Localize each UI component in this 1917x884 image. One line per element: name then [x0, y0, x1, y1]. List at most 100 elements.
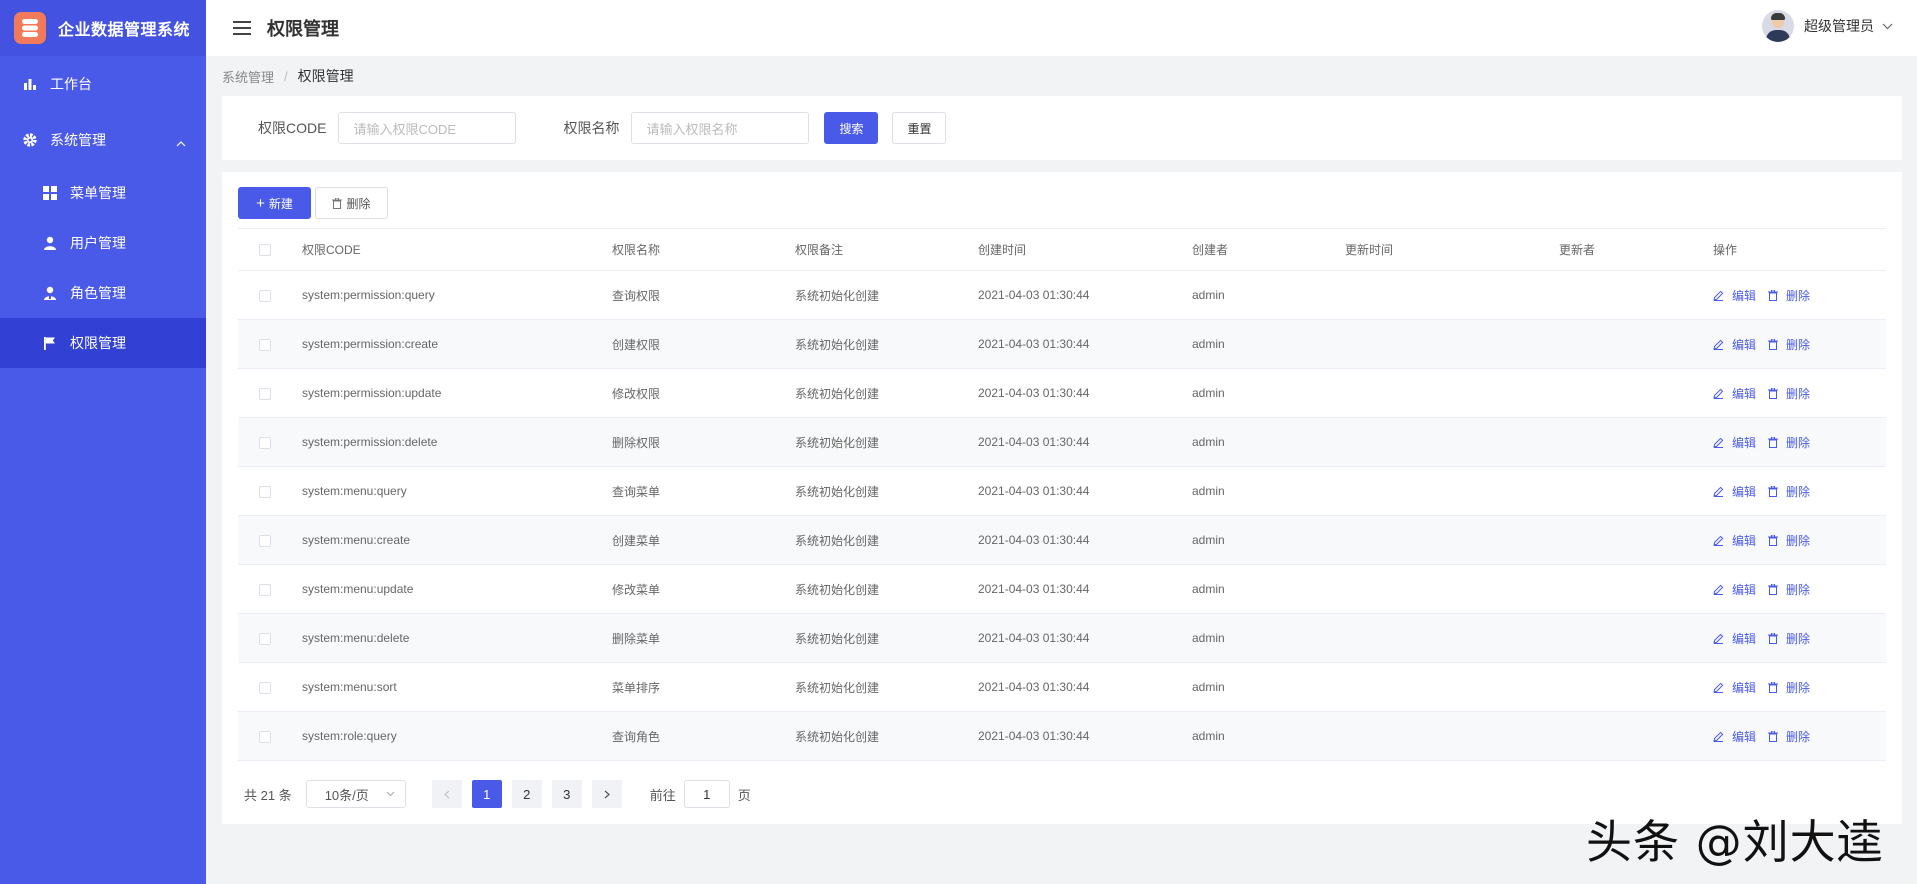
brand[interactable]: 企业数据管理系统	[0, 0, 206, 56]
column-header: 权限备注	[795, 243, 844, 257]
code-search-input[interactable]: 请输入权限CODE	[338, 112, 517, 144]
plus-icon: +	[256, 194, 265, 212]
column-header: 创建者	[1192, 243, 1229, 257]
row-checkbox[interactable]	[259, 289, 271, 302]
cell-updated	[1345, 516, 1559, 565]
edit-button[interactable]: 编辑	[1713, 581, 1756, 598]
cell-name: 创建权限	[612, 337, 661, 352]
edit-button[interactable]: 编辑	[1713, 434, 1756, 451]
select-all-checkbox[interactable]	[259, 244, 271, 257]
edit-button[interactable]: 编辑	[1713, 630, 1756, 647]
sidebar-item-system[interactable]: 系统管理	[0, 112, 206, 168]
search-button[interactable]: 搜索	[824, 112, 879, 144]
edit-icon	[1713, 388, 1728, 399]
delete-label: 删除	[1786, 435, 1811, 450]
row-checkbox[interactable]	[259, 485, 271, 498]
trash-icon	[1768, 632, 1782, 644]
edit-button[interactable]: 编辑	[1713, 483, 1756, 500]
cell-updated	[1345, 418, 1559, 467]
page-button[interactable]: 1	[471, 780, 502, 808]
page-button[interactable]: 3	[551, 780, 582, 808]
cell-code: system:permission:query	[302, 288, 435, 302]
delete-button[interactable]: 删除	[1768, 385, 1810, 402]
sidebar-item-dashboard[interactable]: 工作台	[0, 56, 206, 112]
row-checkbox[interactable]	[259, 681, 271, 694]
name-label: 权限名称	[563, 120, 620, 136]
code-label: 权限CODE	[258, 120, 327, 136]
sidebar-item-users[interactable]: 用户管理	[0, 218, 206, 268]
edit-button[interactable]: 编辑	[1713, 287, 1756, 304]
edit-button[interactable]: 编辑	[1713, 385, 1756, 402]
row-checkbox[interactable]	[259, 583, 271, 596]
delete-button[interactable]: 删除	[1768, 728, 1810, 745]
page-size-select[interactable]: 10条/页	[305, 780, 406, 808]
chevron-up-icon	[176, 134, 186, 150]
delete-label: 删除	[1786, 582, 1811, 597]
page-button[interactable]: 2	[511, 780, 542, 808]
edit-button[interactable]: 编辑	[1713, 679, 1756, 696]
sidebar-item-menu[interactable]: 菜单管理	[0, 168, 206, 218]
delete-button[interactable]: 删除	[1768, 287, 1810, 304]
pagination: 共 21 条 10条/页 1 2 3 前往 1 页	[244, 780, 751, 808]
delete-button[interactable]: 删除	[1768, 532, 1810, 549]
next-page-button[interactable]	[591, 780, 622, 808]
delete-label: 删除	[1786, 386, 1811, 401]
edit-label: 编辑	[1732, 582, 1757, 597]
cell-remark: 系统初始化创建	[795, 484, 880, 499]
reset-button[interactable]: 重置	[892, 112, 947, 144]
cell-updated	[1345, 614, 1559, 663]
cell-code: system:menu:update	[302, 582, 414, 596]
edit-button[interactable]: 编辑	[1713, 532, 1756, 549]
prev-page-button[interactable]	[431, 780, 462, 808]
cell-actions: 编辑 删除	[1713, 467, 1886, 516]
cell-name: 创建菜单	[612, 533, 661, 548]
row-checkbox[interactable]	[259, 534, 271, 547]
row-checkbox[interactable]	[259, 632, 271, 645]
edit-label: 编辑	[1732, 337, 1757, 352]
chevron-down-icon	[386, 791, 395, 797]
row-checkbox[interactable]	[259, 338, 271, 351]
sidebar-item-permissions[interactable]: 权限管理	[0, 318, 206, 368]
edit-button[interactable]: 编辑	[1713, 728, 1756, 745]
delete-label: 删除	[1786, 484, 1811, 499]
delete-button[interactable]: 删除	[1768, 581, 1810, 598]
trash-icon	[1768, 485, 1782, 497]
new-button[interactable]: + 新建	[238, 187, 311, 219]
cell-created: 2021-04-03 01:30:44	[978, 435, 1090, 449]
row-checkbox[interactable]	[259, 387, 271, 400]
cell-name: 删除权限	[612, 435, 661, 450]
cell-updater	[1559, 369, 1713, 418]
name-search-input[interactable]: 请输入权限名称	[631, 112, 810, 144]
cell-remark: 系统初始化创建	[795, 582, 880, 597]
trash-icon	[1768, 534, 1782, 546]
cell-updated	[1345, 320, 1559, 369]
delete-button[interactable]: 删除	[1768, 483, 1810, 500]
row-checkbox[interactable]	[259, 730, 271, 743]
delete-button[interactable]: 删除	[1768, 336, 1810, 353]
menu-toggle-icon[interactable]	[233, 21, 251, 35]
delete-button[interactable]: 删除	[1768, 679, 1810, 696]
batch-delete-label: 删除	[346, 196, 371, 211]
cell-actions: 编辑 删除	[1713, 320, 1886, 369]
edit-label: 编辑	[1732, 533, 1757, 548]
user-menu[interactable]: 超级管理员	[1762, 10, 1893, 42]
row-checkbox[interactable]	[259, 436, 271, 449]
edit-icon	[1713, 584, 1728, 595]
cell-creator: admin	[1192, 386, 1225, 400]
page-size-value: 10条/页	[324, 787, 369, 803]
cell-updater	[1559, 320, 1713, 369]
cell-creator: admin	[1192, 337, 1225, 351]
goto-page-input[interactable]: 1	[683, 780, 730, 808]
edit-label: 编辑	[1732, 288, 1757, 303]
batch-delete-button[interactable]: 删除	[315, 187, 388, 219]
edit-icon	[1713, 290, 1728, 301]
cell-creator: admin	[1192, 484, 1225, 498]
cell-created: 2021-04-03 01:30:44	[978, 729, 1090, 743]
cell-updater	[1559, 712, 1713, 761]
breadcrumb-parent[interactable]: 系统管理	[222, 67, 274, 86]
delete-button[interactable]: 删除	[1768, 434, 1810, 451]
sidebar-item-roles[interactable]: 角色管理	[0, 268, 206, 318]
breadcrumb: 系统管理 / 权限管理	[222, 66, 354, 86]
edit-button[interactable]: 编辑	[1713, 336, 1756, 353]
delete-button[interactable]: 删除	[1768, 630, 1810, 647]
